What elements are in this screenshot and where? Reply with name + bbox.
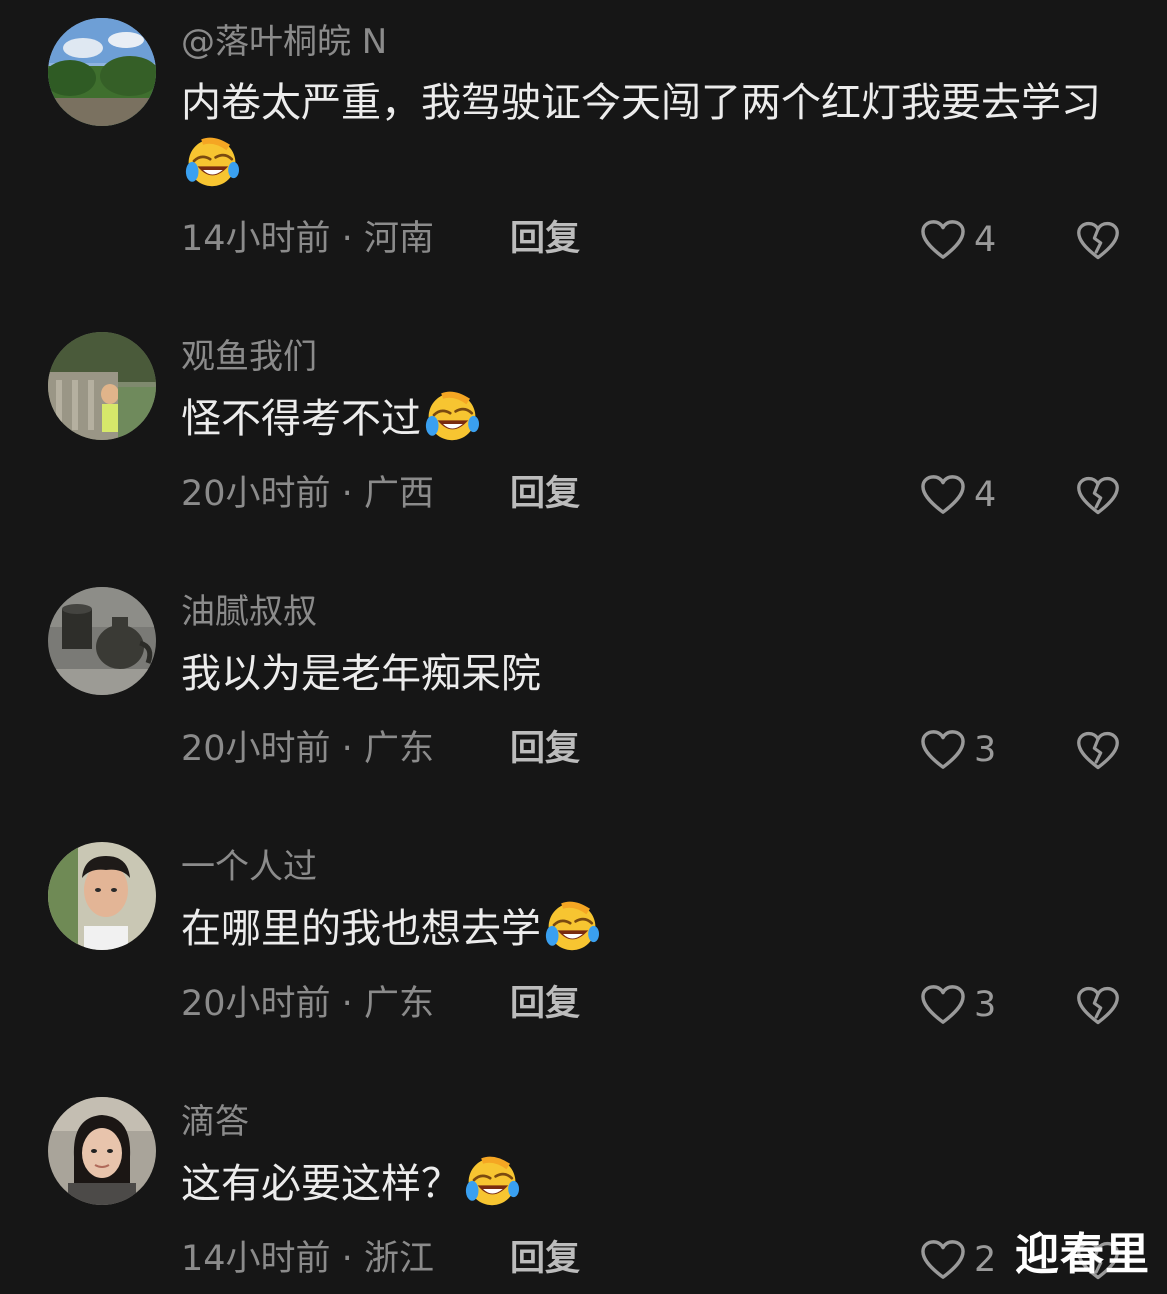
username[interactable]: 油腻叔叔 bbox=[181, 592, 317, 632]
comment-time: 20小时前 bbox=[181, 984, 331, 1024]
comment-text-content: 在哪里的我也想去学 bbox=[181, 906, 541, 952]
laughing-crying-emoji-icon bbox=[543, 898, 601, 952]
meta-separator: · bbox=[330, 219, 364, 259]
comment-meta: 14小时前 · 河南 bbox=[181, 218, 434, 260]
comment-text: 我以为是老年痴呆院 bbox=[181, 643, 1111, 705]
watermark: 迎春里 bbox=[1015, 1229, 1150, 1280]
comment-text-content: 这有必要这样？ bbox=[181, 1161, 461, 1207]
avatar[interactable] bbox=[48, 1097, 156, 1205]
comment-time: 14小时前 bbox=[181, 219, 331, 259]
comment-text-content: 怪不得考不过 bbox=[181, 396, 421, 442]
comment-item: 滴答 这有必要这样？ 14小时前 · 浙江 回复 2 bbox=[0, 1020, 1167, 1280]
avatar[interactable] bbox=[48, 587, 156, 695]
avatar[interactable] bbox=[48, 332, 156, 440]
comment-time: 20小时前 bbox=[181, 474, 331, 514]
reply-button[interactable]: 回复 bbox=[510, 728, 580, 770]
comment-meta: 20小时前 · 广西 bbox=[181, 473, 434, 515]
username[interactable]: @落叶桐皖 N bbox=[181, 22, 387, 62]
comment-text-content: 我以为是老年痴呆院 bbox=[181, 651, 541, 697]
reply-button[interactable]: 回复 bbox=[510, 218, 580, 260]
comment-time: 20小时前 bbox=[181, 729, 331, 769]
meta-separator: · bbox=[330, 729, 364, 769]
laughing-crying-emoji-icon bbox=[423, 388, 481, 442]
comment-meta: 20小时前 · 广东 bbox=[181, 983, 434, 1025]
username[interactable]: 滴答 bbox=[181, 1102, 249, 1142]
comment-item: @落叶桐皖 N 内卷太严重，我驾驶证今天闯了两个红灯我要去学习 14小时前 · … bbox=[0, 0, 1167, 260]
comment-meta: 20小时前 · 广东 bbox=[181, 728, 434, 770]
like-count: 2 bbox=[974, 1240, 997, 1280]
avatar[interactable] bbox=[48, 842, 156, 950]
comment-item: 油腻叔叔 我以为是老年痴呆院 20小时前 · 广东 回复 3 bbox=[0, 510, 1167, 770]
reply-button[interactable]: 回复 bbox=[510, 983, 580, 1025]
laughing-crying-emoji-icon bbox=[183, 134, 241, 188]
comment-location: 浙江 bbox=[363, 1239, 434, 1279]
avatar[interactable] bbox=[48, 18, 156, 126]
heart-icon bbox=[920, 1239, 966, 1281]
comment-location: 广东 bbox=[363, 984, 434, 1024]
comment-location: 广西 bbox=[363, 474, 434, 514]
comment-time: 14小时前 bbox=[181, 1239, 331, 1279]
laughing-crying-emoji-icon bbox=[463, 1153, 521, 1207]
reply-button[interactable]: 回复 bbox=[510, 1238, 580, 1280]
comment-text-content: 内卷太严重，我驾驶证今天闯了两个红灯我要去学习 bbox=[181, 80, 1101, 126]
meta-separator: · bbox=[330, 984, 364, 1024]
comment-location: 广东 bbox=[363, 729, 434, 769]
username[interactable]: 观鱼我们 bbox=[181, 337, 317, 377]
meta-separator: · bbox=[330, 1239, 364, 1279]
comment-text: 内卷太严重，我驾驶证今天闯了两个红灯我要去学习 bbox=[181, 72, 1111, 196]
comment-location: 河南 bbox=[363, 219, 434, 259]
username[interactable]: 一个人过 bbox=[181, 847, 317, 887]
like-button[interactable]: 2 bbox=[920, 1237, 996, 1283]
comment-text: 在哪里的我也想去学 bbox=[181, 898, 1111, 960]
meta-separator: · bbox=[330, 474, 364, 514]
reply-button[interactable]: 回复 bbox=[510, 473, 580, 515]
comment-text: 怪不得考不过 bbox=[181, 388, 1111, 450]
comment-text: 这有必要这样？ bbox=[181, 1153, 1111, 1215]
comment-item: 观鱼我们 怪不得考不过 20小时前 · 广西 回复 4 bbox=[0, 255, 1167, 515]
comment-item: 一个人过 在哪里的我也想去学 20小时前 · 广东 回复 3 bbox=[0, 765, 1167, 1025]
comment-meta: 14小时前 · 浙江 bbox=[181, 1238, 434, 1280]
